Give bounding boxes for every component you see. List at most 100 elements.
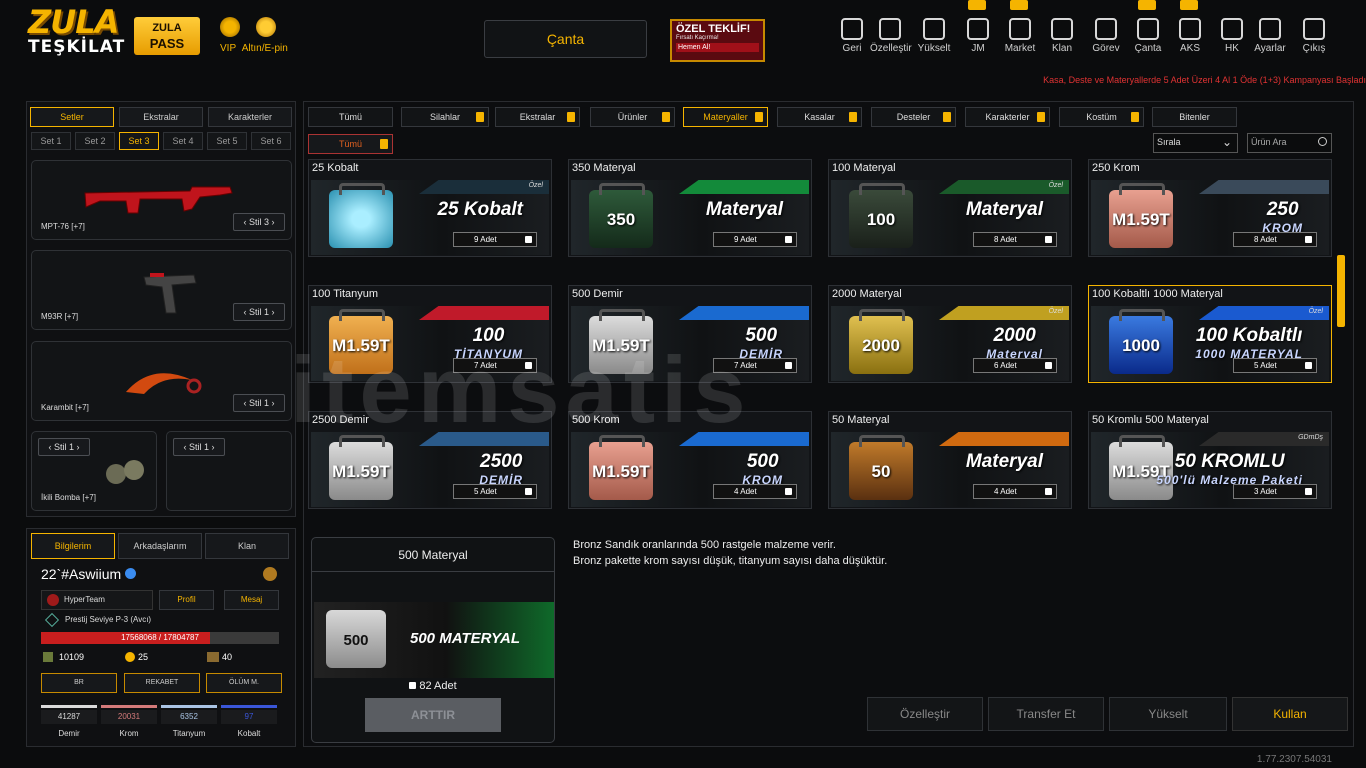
mode-br[interactable]: BR — [41, 673, 117, 693]
case-icon: 50 — [849, 435, 913, 500]
set-6-button[interactable]: Set 6 — [251, 132, 291, 150]
item-name: 350 Materyal — [572, 162, 636, 174]
case-icon: 100 — [849, 183, 913, 248]
item-qty: 5 Adet — [1233, 358, 1317, 373]
nav-1[interactable]: Özelleştir — [870, 18, 912, 54]
item-card[interactable]: 100 Kobaltlı 1000 Materyal 1000 100 Kobalt… — [1088, 285, 1332, 383]
zula-pass-button[interactable]: ZULA PASS — [134, 17, 200, 55]
banner-title: Materyal — [965, 451, 1043, 472]
category-tab[interactable]: Bitenler — [1152, 107, 1237, 127]
set-3-button[interactable]: Set 3 — [119, 132, 159, 150]
category-tab[interactable]: Ürünler — [590, 107, 675, 127]
item-qty: 4 Adet — [713, 484, 797, 499]
nav-10[interactable]: Ayarlar — [1250, 18, 1290, 54]
subcategory-all[interactable]: Tümü — [308, 134, 393, 154]
increase-button[interactable]: ARTTIR — [365, 698, 501, 732]
clan-tag[interactable]: HyperTeam — [41, 590, 153, 610]
style-label: Stil 1 — [248, 398, 269, 408]
banner-stripe — [679, 180, 809, 194]
material-color-bar — [101, 705, 157, 708]
set-2-button[interactable]: Set 2 — [75, 132, 115, 150]
item-card[interactable]: 100 Materyal 100 Materyal Özel 8 Adet — [828, 159, 1072, 257]
users-icon — [1051, 18, 1073, 40]
set-4-button[interactable]: Set 4 — [163, 132, 203, 150]
case-icon: M1.59T — [589, 435, 653, 500]
style-selector[interactable]: ‹ Stil 3 › — [233, 213, 285, 231]
item-name: 100 Materyal — [832, 162, 896, 174]
case-icon — [329, 183, 393, 248]
tab-bilgilerim[interactable]: Bilgilerim — [31, 533, 115, 559]
item-tag: Özel — [1048, 308, 1063, 315]
tab-karakterler[interactable]: Karakterler — [208, 107, 292, 127]
tab-ekstralar[interactable]: Ekstralar — [119, 107, 203, 127]
item-qty: 4 Adet — [973, 484, 1057, 499]
category-tab[interactable]: Desteler — [871, 107, 956, 127]
customize-button[interactable]: Özelleştir — [867, 697, 983, 731]
category-tab[interactable]: Tümü — [308, 107, 393, 127]
case-number: 350 — [606, 210, 636, 229]
category-label: Materyaller — [703, 112, 748, 122]
case-number: M1.59T — [1112, 210, 1170, 229]
category-label: Karakterler — [985, 112, 1030, 122]
item-card[interactable]: 250 Krom M1.59T 250 KROM 8 Adet — [1088, 159, 1332, 257]
nav-8[interactable]: AKS — [1170, 0, 1210, 54]
mode-olum[interactable]: ÖLÜM M. — [206, 673, 282, 693]
nav-2[interactable]: Yükselt — [914, 18, 954, 54]
weapon-slot-primary[interactable]: MPT-76 [+7] ‹ Stil 3 › — [31, 160, 292, 240]
item-card[interactable]: 350 Materyal 350 Materyal 9 Adet — [568, 159, 812, 257]
nav-7[interactable]: Çanta — [1128, 0, 1168, 54]
style-selector[interactable]: ‹ Stil 1 › — [233, 394, 285, 412]
category-tab[interactable]: Karakterler — [965, 107, 1050, 127]
category-tab[interactable]: Materyaller — [683, 107, 768, 127]
style-label: Stil 1 — [188, 442, 209, 452]
tab-setler[interactable]: Setler — [30, 107, 114, 127]
nav-6[interactable]: Görev — [1086, 18, 1126, 54]
search-input[interactable]: Ürün Ara — [1247, 133, 1332, 153]
transfer-button[interactable]: Transfer Et — [988, 697, 1104, 731]
tab-arkadaslarim[interactable]: Arkadaşlarım — [118, 533, 202, 559]
style-selector[interactable]: ‹ Stil 1 › — [233, 303, 285, 321]
grid-scrollbar[interactable] — [1337, 255, 1345, 327]
nav-label: Çıkış — [1302, 43, 1326, 54]
nav-4[interactable]: Market — [1000, 0, 1040, 54]
style-selector[interactable]: ‹ Stil 1 › — [38, 438, 90, 456]
banner-title: 50 KROMLU — [1174, 451, 1285, 472]
case-number: 1000 — [1122, 336, 1160, 355]
category-tab[interactable]: Ekstralar — [495, 107, 580, 127]
item-card[interactable]: 25 Kobalt 25 Kobalt Özel 9 Adet — [308, 159, 552, 257]
profile-button[interactable]: Profil — [159, 590, 214, 610]
vip-label: VIP — [220, 43, 237, 54]
nav-9[interactable]: HK — [1212, 18, 1252, 54]
weapon-slot-secondary[interactable]: M93R [+7] ‹ Stil 1 › — [31, 250, 292, 330]
item-card[interactable]: 50 Kromlu 500 Materyal M1.59T 50 KROMLU 500… — [1088, 411, 1332, 509]
detail-title: 500 Materyal — [312, 538, 554, 572]
special-offer-banner[interactable]: ÖZEL TEKLİF! Fırsatı Kaçırma! Hemen Al! — [670, 19, 765, 62]
case-icon: M1.59T — [329, 435, 393, 500]
tools-icon — [879, 18, 901, 40]
vip-gold-group[interactable]: VIP Altın/E-pin — [218, 17, 298, 57]
nav-5[interactable]: Klan — [1042, 18, 1082, 54]
notification-badge-icon — [1180, 0, 1198, 10]
nav-3[interactable]: JM — [958, 0, 998, 54]
banner-text: Materyal — [706, 200, 783, 219]
set-5-button[interactable]: Set 5 — [207, 132, 247, 150]
category-tab[interactable]: Kostüm — [1059, 107, 1144, 127]
category-tab[interactable]: Silahlar — [401, 107, 489, 127]
style-selector[interactable]: ‹ Stil 1 › — [173, 438, 225, 456]
use-button[interactable]: Kullan — [1232, 697, 1348, 731]
mode-rekabet[interactable]: REKABET — [124, 673, 200, 693]
weapon-slot-empty[interactable]: ‹ Stil 1 › — [166, 431, 292, 511]
nav-0[interactable]: Geri — [832, 18, 872, 54]
upgrade-button[interactable]: Yükselt — [1109, 697, 1227, 731]
message-button[interactable]: Mesaj — [224, 590, 279, 610]
banner-stripe — [1199, 180, 1329, 194]
weapon-slot-melee[interactable]: Karambit [+7] ‹ Stil 1 › — [31, 341, 292, 421]
nav-11[interactable]: Çıkış — [1294, 18, 1334, 54]
category-tab[interactable]: Kasalar — [777, 107, 862, 127]
gold-coin-icon — [125, 652, 135, 662]
sort-dropdown[interactable]: Sırala ⌄ — [1153, 133, 1238, 153]
tab-klan[interactable]: Klan — [205, 533, 289, 559]
bag-icon — [1137, 18, 1159, 40]
set-1-button[interactable]: Set 1 — [31, 132, 71, 150]
weapon-slot-grenade[interactable]: ‹ Stil 1 › İkili Bomba [+7] — [31, 431, 157, 511]
